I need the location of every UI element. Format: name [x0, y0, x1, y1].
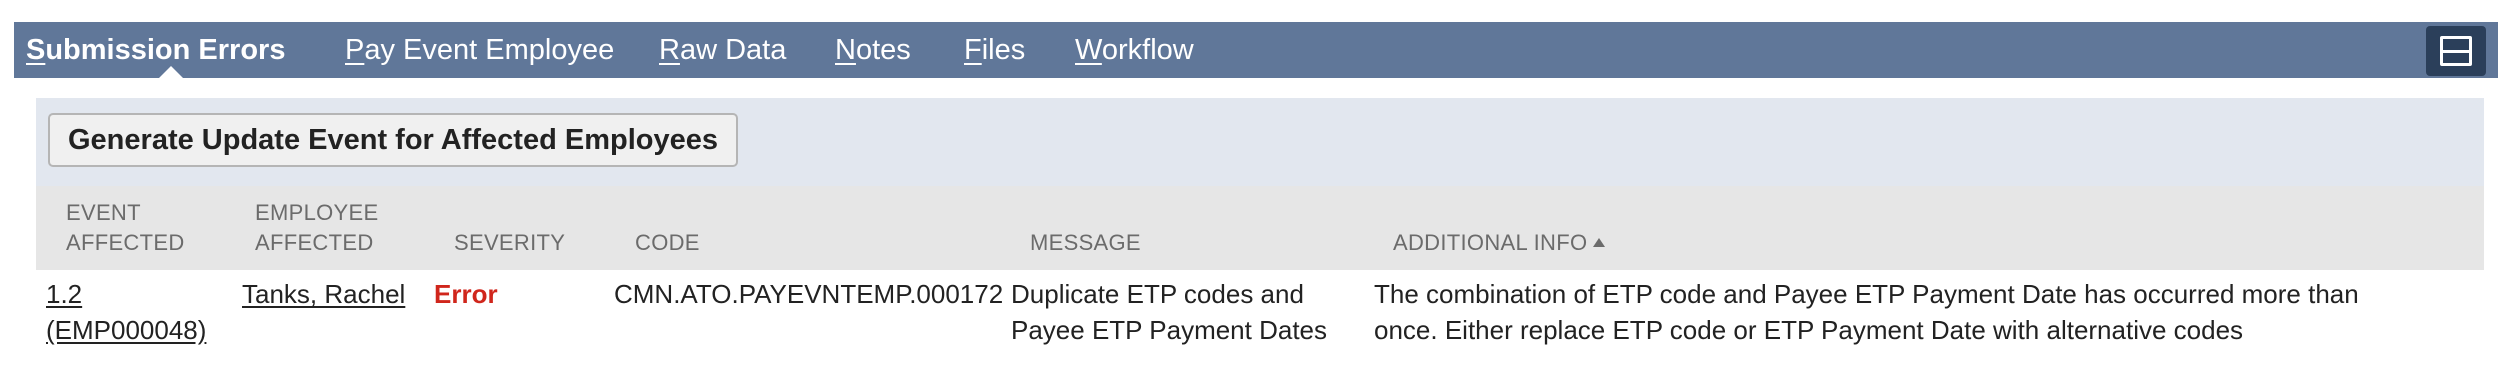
code-value: CMN.ATO.PAYEVNTEMP.000172 — [614, 279, 1004, 309]
tab-label: aw Data — [679, 34, 787, 66]
cell-line: Duplicate ETP codes and — [1011, 279, 1304, 309]
tab-label: ay Event Employee — [364, 34, 615, 66]
layout-toggle-icon — [2440, 36, 2472, 66]
cell-line: 1.2 — [46, 279, 83, 309]
column-header-severity[interactable]: SEVERITY — [454, 228, 565, 258]
cell-line: (EMP000048) — [46, 315, 207, 345]
subtab-bar: Submission Errors Pay Event Employee Raw… — [14, 22, 2498, 78]
tab-label: ubmission Errors — [45, 34, 286, 66]
tab-label: otes — [855, 34, 911, 66]
message-value: Duplicate ETP codes and Payee ETP Paymen… — [1011, 276, 1327, 348]
header-label: ADDITIONAL INFO — [1393, 230, 1588, 255]
header-line: AFFECTED — [255, 230, 374, 255]
tab-access-key: F — [964, 34, 982, 66]
tab-access-key: N — [835, 34, 856, 66]
tab-access-key: S — [26, 34, 46, 66]
tab-notes[interactable]: Notes — [835, 22, 911, 78]
column-header-event-affected[interactable]: EVENT AFFECTED — [66, 198, 185, 258]
sort-ascending-icon — [1593, 237, 1606, 247]
event-affected-link[interactable]: 1.2 (EMP000048) — [46, 276, 206, 348]
tab-access-key: W — [1075, 34, 1102, 66]
active-tab-indicator — [159, 66, 183, 78]
tab-label: iles — [981, 34, 1026, 66]
column-header-additional-info[interactable]: ADDITIONAL INFO — [1393, 228, 1606, 258]
employee-affected-link[interactable]: Tanks, Rachel — [242, 276, 405, 312]
cell-line: Payee ETP Payment Dates — [1011, 315, 1328, 345]
cell-line: The combination of ETP code and Payee ET… — [1374, 279, 2359, 309]
column-header-code[interactable]: CODE — [635, 228, 700, 258]
table-header: EVENT AFFECTED EMPLOYEE AFFECTED SEVERIT… — [36, 186, 2484, 270]
tab-label: orkflow — [1101, 34, 1194, 66]
tab-files[interactable]: Files — [964, 22, 1025, 78]
tab-raw-data[interactable]: Raw Data — [659, 22, 786, 78]
action-bar: Generate Update Event for Affected Emplo… — [36, 98, 2484, 186]
tab-access-key: R — [659, 34, 680, 66]
layout-toggle-button[interactable] — [2426, 26, 2486, 76]
cell-line: once. Either replace ETP code or ETP Pay… — [1374, 315, 2244, 345]
header-line: AFFECTED — [66, 230, 185, 255]
additional-info-value: The combination of ETP code and Payee ET… — [1374, 276, 2359, 348]
header-line: EVENT — [66, 200, 141, 225]
tab-pay-event-employee[interactable]: Pay Event Employee — [345, 22, 614, 78]
tab-workflow[interactable]: Workflow — [1075, 22, 1194, 78]
submission-errors-panel: Generate Update Event for Affected Emplo… — [36, 98, 2484, 356]
tab-submission-errors[interactable]: Submission Errors — [26, 22, 285, 78]
severity-value: Error — [434, 279, 498, 309]
column-header-message[interactable]: MESSAGE — [1030, 228, 1141, 258]
header-line: EMPLOYEE — [255, 200, 379, 225]
column-header-employee-affected[interactable]: EMPLOYEE AFFECTED — [255, 198, 378, 258]
generate-update-event-button[interactable]: Generate Update Event for Affected Emplo… — [48, 113, 738, 167]
table-row: 1.2 (EMP000048) Tanks, Rachel Error CMN.… — [36, 270, 2484, 354]
tab-access-key: P — [345, 34, 365, 66]
